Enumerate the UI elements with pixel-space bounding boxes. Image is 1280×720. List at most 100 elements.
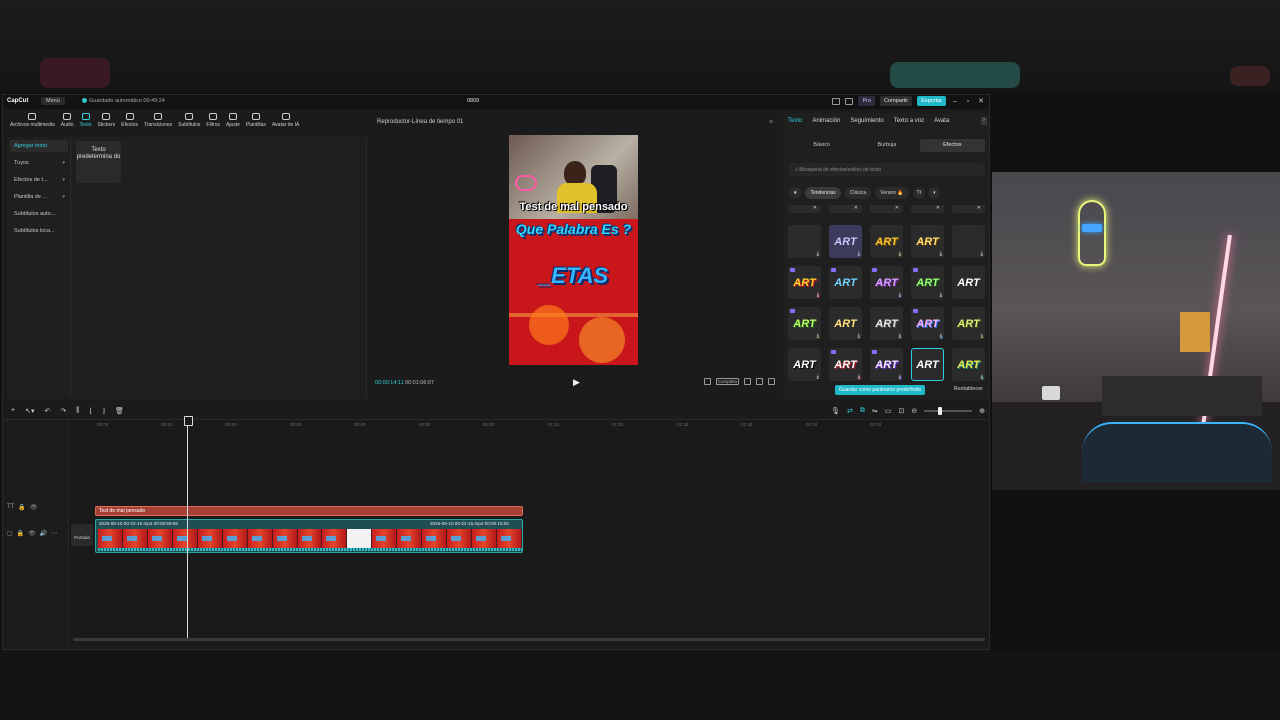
- effect-tile[interactable]: ✕: [788, 205, 821, 213]
- redo-icon[interactable]: ↷: [60, 407, 66, 415]
- effect-tile[interactable]: ⤓: [952, 225, 985, 258]
- eye-icon[interactable]: 👁: [28, 530, 36, 537]
- tab-tracking[interactable]: Seguimiento: [845, 113, 888, 129]
- filter-trending[interactable]: Tendencias: [805, 187, 841, 199]
- effect-tile[interactable]: ⤓: [788, 225, 821, 258]
- cover-button[interactable]: Portada: [71, 524, 93, 546]
- font-filter-icon[interactable]: Tt: [912, 187, 926, 199]
- preview-axis-icon[interactable]: ⇋: [872, 407, 878, 415]
- trim-left-icon[interactable]: ⌊: [89, 407, 92, 415]
- zoom-fit-icon[interactable]: ⊡: [898, 407, 904, 415]
- effect-tile[interactable]: ✕: [911, 205, 944, 213]
- effect-tile[interactable]: ART ⤓: [788, 266, 821, 299]
- monitor-icon[interactable]: [845, 97, 854, 105]
- snap-icon[interactable]: ⧉: [860, 407, 865, 415]
- share-button[interactable]: Compartir: [880, 96, 913, 106]
- category-auto-captions[interactable]: Subtítulos auto...: [10, 208, 68, 220]
- lock-icon[interactable]: 🔒: [18, 504, 25, 511]
- tool-audio[interactable]: Audio: [58, 113, 77, 135]
- star-icon[interactable]: ★: [789, 187, 802, 199]
- effect-tile[interactable]: ART: [829, 266, 862, 299]
- chevron-down-icon[interactable]: ▾: [929, 187, 940, 199]
- category-yours[interactable]: Tuyos ▾: [10, 157, 68, 169]
- caption-question[interactable]: Que Palabra Es ?: [509, 221, 638, 237]
- effect-tile[interactable]: ✕: [870, 205, 903, 213]
- layout-icon[interactable]: [832, 97, 841, 105]
- category-text-template[interactable]: Plantilla de ... ▾: [10, 191, 68, 203]
- add-track-icon[interactable]: +: [11, 407, 15, 415]
- effect-tile[interactable]: ✕: [952, 205, 985, 213]
- video-preview[interactable]: Test de mal pensado Que Palabra Es ? _ET…: [509, 135, 638, 365]
- subtab-effects[interactable]: Efectos: [919, 139, 985, 152]
- ratio-button[interactable]: Completa: [715, 378, 739, 385]
- link-icon[interactable]: ⇄: [847, 407, 853, 415]
- tool-templates[interactable]: Plantillas: [243, 113, 269, 135]
- audio-icon[interactable]: 🔊: [40, 530, 47, 537]
- zoom-in-icon[interactable]: ⊕: [979, 407, 985, 415]
- subtab-basic[interactable]: Básico: [789, 139, 854, 152]
- minimize-icon[interactable]: –: [951, 98, 959, 105]
- filter-summer[interactable]: Verano 🔥: [875, 187, 909, 199]
- effect-tile[interactable]: ART ⤓: [911, 307, 944, 340]
- effect-tile[interactable]: ART ⤓: [870, 266, 903, 299]
- effect-tile[interactable]: ART ⤓: [870, 225, 903, 258]
- undo-icon[interactable]: ↶: [44, 407, 50, 415]
- effect-tile[interactable]: ART ⤓: [829, 348, 862, 381]
- lock-icon[interactable]: 🔒: [17, 530, 24, 537]
- tab-text[interactable]: Texto: [783, 113, 807, 129]
- effect-tile[interactable]: ART: [952, 266, 985, 299]
- fullscreen-icon[interactable]: [768, 378, 775, 385]
- timeline-scrollbar[interactable]: [73, 638, 985, 641]
- effect-tile[interactable]: ART ⤓: [952, 307, 985, 340]
- zoom-slider[interactable]: [924, 407, 973, 415]
- maximize-icon[interactable]: ▫: [964, 98, 972, 105]
- eye-icon[interactable]: 👁: [30, 504, 38, 511]
- tool-text[interactable]: Texto: [77, 113, 95, 135]
- effects-search-input[interactable]: ⌕ Búsqueda de efectos/estilos de texto: [789, 163, 985, 176]
- delete-icon[interactable]: 🗑: [115, 407, 124, 415]
- effect-tile[interactable]: ART ⤓: [911, 225, 944, 258]
- effect-tile-selected[interactable]: ART: [911, 348, 944, 381]
- tab-animation[interactable]: Animación: [807, 113, 845, 129]
- hd-icon[interactable]: [756, 378, 763, 385]
- playhead[interactable]: [184, 416, 193, 638]
- effect-tile[interactable]: ✕: [829, 205, 862, 213]
- pro-button[interactable]: Pro: [858, 96, 876, 106]
- tab-text-to-speech[interactable]: Texto a voz: [889, 113, 929, 129]
- effect-tile[interactable]: ART ⤓: [870, 307, 903, 340]
- save-preset-button[interactable]: Guardar como parámetro predefinido: [835, 385, 926, 395]
- category-add-text[interactable]: Agregar texto: [10, 140, 68, 152]
- split-icon[interactable]: ⫼: [76, 407, 79, 415]
- effect-tile[interactable]: ART ⤓: [788, 348, 821, 381]
- tool-ai-avatar[interactable]: Avatar de IA: [269, 113, 302, 135]
- chevron-right-icon[interactable]: ›: [981, 117, 987, 125]
- tool-transitions[interactable]: Transiciones: [141, 113, 175, 135]
- microphone-icon[interactable]: 🎙: [831, 407, 840, 415]
- tool-subtitles[interactable]: Subtítulos: [175, 113, 203, 135]
- reset-button[interactable]: Restablecer: [954, 386, 983, 392]
- caption-word[interactable]: _ETAS: [509, 263, 638, 289]
- tool-effects[interactable]: Efectos: [118, 113, 141, 135]
- cursor-icon[interactable]: ↖▾: [25, 407, 34, 415]
- subtab-bubble[interactable]: Burbuja: [854, 139, 919, 152]
- tab-avatar[interactable]: Avata: [929, 113, 954, 129]
- video-clip[interactable]: 2026-08-10 00-22-15.mp4 00:00:59:06 2026…: [95, 519, 523, 553]
- filter-classic[interactable]: Clásica: [844, 187, 872, 199]
- tool-stickers[interactable]: Stickers: [95, 113, 119, 135]
- zoom-out-icon[interactable]: ⊖: [911, 407, 917, 415]
- close-icon[interactable]: ✕: [977, 97, 985, 105]
- default-text-card[interactable]: Texto predetermina do: [76, 141, 121, 183]
- tool-media[interactable]: Archivos multimedia: [7, 113, 58, 135]
- category-text-effects[interactable]: Efectos de t... ▾: [10, 174, 68, 186]
- tool-filters[interactable]: Filtros: [203, 113, 223, 135]
- tool-adjust[interactable]: Ajuste: [223, 113, 243, 135]
- play-icon[interactable]: ▶: [573, 377, 580, 388]
- trim-right-icon[interactable]: ⌋: [102, 407, 105, 415]
- effect-tile[interactable]: ART ⤓: [911, 266, 944, 299]
- menu-button[interactable]: Menú: [41, 97, 65, 105]
- zoom-slider-handle[interactable]: [938, 407, 943, 415]
- export-button[interactable]: Exportar: [917, 96, 946, 106]
- caption-title[interactable]: Test de mal pensado: [509, 201, 638, 213]
- effect-tile[interactable]: ART ⤓: [952, 348, 985, 381]
- menu-icon[interactable]: ≡: [769, 119, 773, 126]
